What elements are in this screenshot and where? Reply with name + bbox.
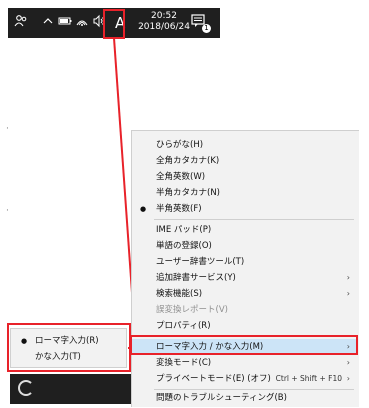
menu-item-zenkaku-katakana[interactable]: 全角カタカナ(K) xyxy=(132,153,358,169)
menu-item-hiragana[interactable]: ひらがな(H) xyxy=(132,137,358,153)
menu-item-troubleshooting[interactable]: 問題のトラブルシューティング(B) xyxy=(132,390,358,406)
menu-item-hankaku-eisu[interactable]: ● 半角英数(F) xyxy=(132,201,358,217)
menu-item-input-method[interactable]: ローマ字入力 / かな入力(M) › xyxy=(132,339,358,355)
submenu-arrow-icon: › xyxy=(346,273,350,282)
checked-bullet-icon: ● xyxy=(21,337,28,345)
submenu-item-romaji[interactable]: ● ローマ字入力(R) xyxy=(11,333,126,349)
menu-separator xyxy=(154,336,354,337)
menu-item-conversion-report: 誤変換レポート(V) xyxy=(156,305,228,315)
menu-item-conversion-mode[interactable]: 変換モード(C) › xyxy=(132,355,358,371)
ime-context-menu: ひらがな(H) 全角カタカナ(K) 全角英数(W) 半角カタカナ(N) ● 半角英… xyxy=(131,130,359,407)
menu-item-additional-dictionary[interactable]: 追加辞書サービス(Y) › xyxy=(132,270,358,286)
menu-item-zenkaku-eisu[interactable]: 全角英数(W) xyxy=(132,169,358,185)
checked-bullet-icon: ● xyxy=(140,205,147,213)
submenu-arrow-icon: › xyxy=(346,289,350,298)
menu-item-hankaku-katakana[interactable]: 半角カタカナ(N) xyxy=(132,185,358,201)
taskbar-strip xyxy=(10,374,131,404)
submenu-item-kana[interactable]: かな入力(T) xyxy=(11,349,126,365)
submenu-arrow-icon: › xyxy=(346,358,350,367)
input-method-submenu: ● ローマ字入力(R) かな入力(T) xyxy=(10,328,127,368)
shortcut-text: Ctrl + Shift + F10 xyxy=(275,374,342,383)
menu-item-properties[interactable]: プロパティ(R) xyxy=(132,318,358,334)
menu-item-search[interactable]: 検索機能(S) › xyxy=(132,286,358,302)
background-mark: · xyxy=(6,124,9,134)
menu-item-word-register[interactable]: 単語の登録(O) xyxy=(132,238,358,254)
background-mark: · xyxy=(6,206,9,216)
menu-separator xyxy=(154,219,354,220)
app-icon[interactable] xyxy=(18,380,34,396)
menu-item-private-mode[interactable]: プライベートモード(E) (オフ) Ctrl + Shift + F10 › xyxy=(132,371,358,387)
submenu-arrow-icon: › xyxy=(346,374,350,383)
menu-item-ime-pad[interactable]: IME パッド(P) xyxy=(132,222,358,238)
menu-item-user-dictionary[interactable]: ユーザー辞書ツール(T) xyxy=(132,254,358,270)
submenu-arrow-icon: › xyxy=(346,342,350,351)
